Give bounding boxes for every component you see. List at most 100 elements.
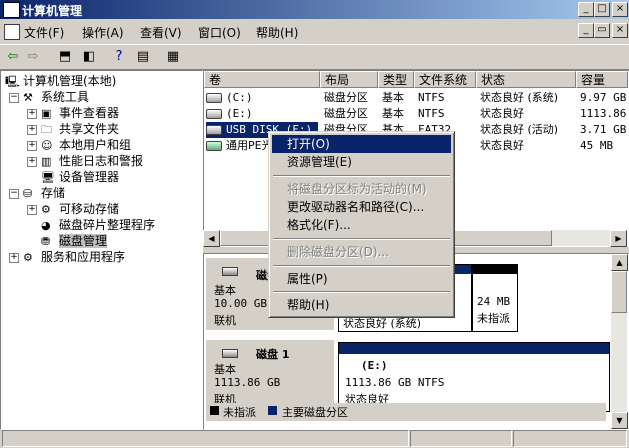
- tree-item-storage[interactable]: ⛁ 存储: [23, 185, 65, 201]
- status-pane-main: [2, 430, 409, 447]
- services-icon: ⚙: [23, 250, 33, 264]
- status-pane-2: [410, 430, 512, 447]
- vertical-scrollbar[interactable]: ▲ ▼: [611, 254, 628, 429]
- close-button[interactable]: ×: [612, 2, 628, 17]
- menu-item-explore[interactable]: 资源管理(E): [272, 153, 451, 171]
- tree-item-device-manager[interactable]: 🖥 设备管理器: [41, 169, 119, 185]
- primary-partition-bar: [339, 343, 609, 354]
- context-menu: 打开(O) 资源管理(E) 将磁盘分区标为活动的(M) 更改驱动器名和路径(C)…: [268, 131, 455, 318]
- scroll-up-icon[interactable]: ▲: [611, 254, 628, 271]
- menu-item-format[interactable]: 格式化(F)...: [272, 216, 451, 234]
- toolbar: ⇦ ⇨ ⬒ ◧ ? ▤ ▦: [0, 44, 629, 70]
- menu-bar: 文件(F) 操作(A) 查看(V) 窗口(O) 帮助(H) _ ▭ ×: [0, 20, 629, 42]
- expand-icon[interactable]: +: [9, 253, 19, 263]
- maximize-button[interactable]: □: [594, 2, 610, 17]
- column-header-layout[interactable]: 布局: [320, 71, 378, 88]
- collapse-icon[interactable]: −: [9, 189, 19, 199]
- expand-icon[interactable]: +: [27, 109, 37, 119]
- scroll-down-icon[interactable]: ▼: [611, 412, 628, 429]
- column-header-volume[interactable]: 卷: [204, 71, 320, 88]
- device-manager-icon: 🖥: [41, 170, 55, 184]
- disk1-label[interactable]: 磁盘 1 基本 1113.86 GB 联机: [206, 340, 334, 412]
- settings-icon[interactable]: ▦: [164, 48, 182, 65]
- minimize-button[interactable]: _: [578, 2, 594, 17]
- disk1-partition[interactable]: (E:) 1113.86 GB NTFS 状态良好: [338, 342, 610, 412]
- title-bar[interactable]: 计算机管理 _ □ ×: [0, 0, 629, 19]
- scroll-thumb[interactable]: [611, 271, 627, 313]
- menu-separator: [273, 265, 450, 267]
- menu-item-properties[interactable]: 属性(P): [272, 270, 451, 288]
- up-folder-icon[interactable]: ⬒: [56, 48, 74, 65]
- chart-icon: ▥: [41, 154, 52, 168]
- menu-item-help[interactable]: 帮助(H): [272, 296, 451, 314]
- tree-item-removable[interactable]: ⚙ 可移动存储: [41, 201, 119, 217]
- tree-item-system-tools[interactable]: ⚒ 系统工具: [23, 89, 89, 105]
- tree-item-services[interactable]: ⚙ 服务和应用程序: [23, 249, 125, 265]
- tree-item-shared-folders[interactable]: 🗀 共享文件夹: [41, 121, 119, 137]
- tree-item-root[interactable]: 🖳 计算机管理(本地): [5, 73, 116, 89]
- child-restore-button[interactable]: ▭: [594, 23, 610, 38]
- status-bar: [0, 428, 629, 448]
- column-header-type[interactable]: 类型: [378, 71, 414, 88]
- cdrom-icon: [206, 141, 222, 151]
- unallocated-swatch: [210, 406, 219, 415]
- expand-icon[interactable]: +: [27, 125, 37, 135]
- expand-icon[interactable]: +: [27, 141, 37, 151]
- app-icon: [3, 2, 20, 18]
- tree-item-disk-management[interactable]: ⛃ 磁盘管理: [41, 233, 108, 249]
- console-tree: 🖳 计算机管理(本地) − ⚒ 系统工具 + ▣ 事件查看器 + 🗀 共享文件夹 + ☺…: [0, 70, 203, 430]
- disk-icon: [222, 267, 238, 276]
- menu-item-delete-partition[interactable]: 删除磁盘分区(D)...: [272, 243, 451, 261]
- menu-separator: [273, 291, 450, 293]
- legend: 未指派 主要磁盘分区: [206, 403, 606, 421]
- storage-icon: ⛁: [23, 186, 33, 200]
- column-header-status[interactable]: 状态: [476, 71, 576, 88]
- tree-item-defrag[interactable]: ◕ 磁盘碎片整理程序: [41, 217, 155, 233]
- scroll-right-icon[interactable]: ▶: [610, 230, 627, 247]
- forward-icon[interactable]: ⇨: [24, 48, 42, 65]
- users-icon: ☺: [41, 138, 53, 152]
- help-icon[interactable]: ?: [110, 48, 128, 65]
- collapse-icon[interactable]: −: [9, 93, 19, 103]
- menu-item-mark-active[interactable]: 将磁盘分区标为活动的(M): [272, 180, 451, 198]
- scroll-left-icon[interactable]: ◀: [203, 230, 220, 247]
- child-close-button[interactable]: ×: [612, 23, 628, 38]
- back-icon[interactable]: ⇦: [4, 48, 22, 65]
- menu-window[interactable]: 窗口(O): [198, 24, 241, 41]
- expand-icon[interactable]: +: [27, 157, 37, 167]
- menu-item-open[interactable]: 打开(O): [272, 135, 451, 153]
- tree-item-event-viewer[interactable]: ▣ 事件查看器: [41, 105, 119, 121]
- menu-action[interactable]: 操作(A): [82, 24, 124, 41]
- disk0-unallocated[interactable]: 24 MB 未指派: [472, 264, 518, 332]
- removable-storage-icon: ⚙: [41, 202, 51, 216]
- menu-separator: [273, 175, 450, 177]
- primary-swatch: [268, 406, 277, 415]
- tools-icon: ⚒: [23, 90, 33, 104]
- menu-view[interactable]: 查看(V): [140, 24, 182, 41]
- computer-icon: 🖳: [5, 74, 20, 88]
- drive-icon: [206, 109, 222, 119]
- usb-drive-icon: [206, 125, 222, 135]
- doc-icon: [4, 24, 20, 40]
- drive-icon: [206, 93, 222, 103]
- child-minimize-button[interactable]: _: [578, 23, 594, 38]
- unallocated-bar: [473, 265, 517, 274]
- defrag-icon: ◕: [41, 218, 51, 232]
- status-pane-3: [513, 430, 627, 447]
- disk-management-icon: ⛃: [41, 234, 51, 248]
- expand-icon[interactable]: +: [27, 205, 37, 215]
- menu-file[interactable]: 文件(F): [24, 24, 64, 41]
- menu-separator: [273, 238, 450, 240]
- show-tree-icon[interactable]: ◧: [80, 48, 98, 65]
- column-header-capacity[interactable]: 容量: [576, 71, 628, 88]
- event-viewer-icon: ▣: [41, 106, 52, 120]
- window-title: 计算机管理: [22, 4, 83, 18]
- tree-item-perf-logs[interactable]: ▥ 性能日志和警报: [41, 153, 143, 169]
- folder-icon: 🗀: [41, 122, 52, 136]
- disk-icon: [222, 349, 238, 358]
- tree-item-local-users[interactable]: ☺ 本地用户和组: [41, 137, 131, 153]
- column-header-filesystem[interactable]: 文件系统: [414, 71, 476, 88]
- menu-help[interactable]: 帮助(H): [256, 24, 298, 41]
- menu-item-change-drive-letter[interactable]: 更改驱动器名和路径(C)...: [272, 198, 451, 216]
- properties-icon[interactable]: ▤: [134, 48, 152, 65]
